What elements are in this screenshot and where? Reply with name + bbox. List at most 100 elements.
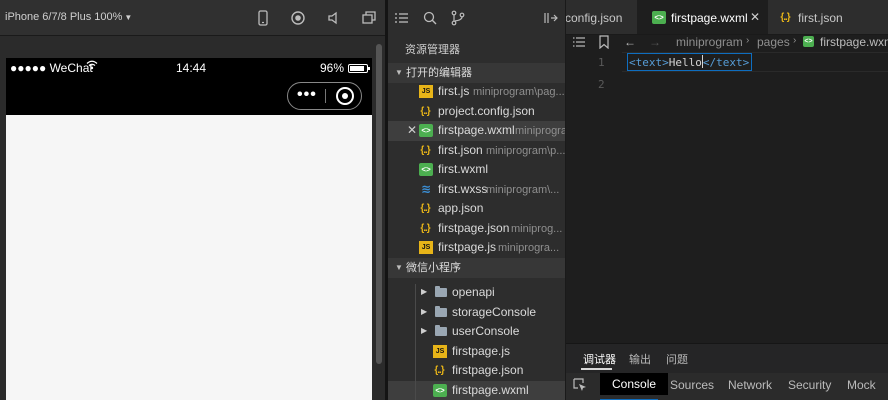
open-editor-item[interactable]: <> first.wxml (388, 160, 565, 180)
tab-problems[interactable]: 问题 (666, 351, 688, 367)
tab-label: firstpage.wxml (671, 11, 748, 25)
file-name: project.config.json (438, 103, 535, 118)
simulator-toolbar: iPhone 6/7/8 Plus 100% ▼ (0, 0, 385, 36)
caret-down-icon: ▼ (124, 13, 133, 22)
tab-firstpage-wxml[interactable]: <> firstpage.wxml ✕ (638, 0, 768, 34)
list-icon[interactable] (572, 35, 586, 49)
chevron-right-icon: › (746, 35, 750, 46)
speaker-icon[interactable] (325, 9, 343, 27)
file-path: miniprogram\p... (486, 144, 565, 157)
tab-mock[interactable]: Mock (847, 378, 876, 392)
project-label: 微信小程序 (406, 262, 461, 274)
phone-nav-bar: ••• (6, 78, 372, 115)
branch-icon[interactable] (450, 9, 466, 27)
battery-indicator: 96% (320, 61, 370, 75)
open-editor-item[interactable]: {..} firstpage.json miniprog... (388, 219, 565, 239)
open-editors-header[interactable]: ▼ 打开的编辑器 (388, 63, 565, 83)
wechat-devtools-window: iPhone 6/7/8 Plus 100% ▼ ●●●●● WeChat 14:… (0, 0, 888, 400)
split-editor-icon[interactable] (543, 9, 559, 27)
miniprogram-capsule: ••• (287, 82, 362, 110)
phone-screen[interactable]: ●●●●● WeChat 14:44 96% ••• (6, 58, 372, 400)
open-editors-label: 打开的编辑器 (406, 67, 472, 79)
folder-name: userConsole (452, 324, 520, 338)
tab-network[interactable]: Network (728, 378, 772, 392)
folder-icon (435, 286, 447, 297)
file-name: app.json (438, 201, 484, 215)
breadcrumb-item[interactable]: miniprogram (676, 35, 743, 49)
list-icon[interactable] (394, 9, 410, 27)
open-editor-item-active[interactable]: ✕ <> firstpage.wxml miniprogra... (388, 121, 565, 141)
simulator-scrollbar[interactable] (375, 36, 383, 400)
folder-name: storageConsole (452, 304, 537, 319)
code-open-tag: <text> (629, 56, 669, 69)
open-editor-item[interactable]: {..} project.config.json (388, 102, 565, 122)
chevron-right-icon: › (793, 35, 797, 46)
explorer-title: 资源管理器 (405, 44, 460, 56)
tab-sources[interactable]: Sources (670, 378, 714, 392)
multiwindow-icon[interactable] (360, 9, 378, 27)
file-name: firstpage.wxml (438, 123, 515, 137)
simulator-panel: iPhone 6/7/8 Plus 100% ▼ ●●●●● WeChat 14:… (0, 0, 385, 400)
tab-debugger[interactable]: 调试器 (583, 351, 616, 367)
close-tab-icon[interactable]: ✕ (750, 10, 760, 24)
json-file-icon: {..} (420, 105, 430, 117)
tab-console[interactable]: Console (600, 373, 669, 395)
json-file-icon: {..} (420, 203, 430, 214)
js-file-icon: JS (433, 344, 447, 358)
record-icon[interactable] (289, 9, 307, 27)
code-line[interactable]: <text>Hello</text> (627, 53, 753, 71)
file-name: firstpage.json (438, 220, 510, 235)
devtools-tabbar: Console Sources Network Security Mock (566, 373, 888, 400)
scrollbar-thumb[interactable] (376, 44, 382, 364)
open-editor-item[interactable]: ≋ first.wxss miniprogram\... (388, 180, 565, 200)
folder-icon (435, 325, 447, 336)
wxml-file-icon: <> (433, 383, 447, 397)
json-file-icon: {..} (780, 12, 790, 23)
file-path: miniprogram\... (486, 183, 560, 196)
capsule-divider (325, 89, 326, 103)
wxml-file-icon: <> (652, 11, 666, 24)
file-path: miniprog... (511, 222, 563, 235)
more-dots-icon[interactable]: ••• (297, 86, 323, 104)
breadcrumb-item-current[interactable]: firstpage.wxml (820, 35, 888, 49)
file-name: firstpage.js (438, 240, 497, 254)
tab-security[interactable]: Security (788, 378, 831, 392)
tab-label: first.json (798, 11, 843, 25)
code-content: Hello (668, 56, 702, 69)
json-file-icon: {..} (420, 144, 430, 156)
battery-icon (348, 64, 370, 73)
bookmark-icon[interactable] (598, 35, 610, 49)
file-path: miniprogra... (515, 125, 565, 137)
tab-first-json[interactable]: {..} first.json (768, 0, 888, 34)
exit-circle-icon[interactable] (336, 87, 354, 105)
file-name: first.json (438, 142, 483, 157)
close-icon[interactable]: ✕ (407, 123, 417, 137)
open-editor-item[interactable]: {..} first.json miniprogram\p... (388, 141, 565, 161)
project-header[interactable]: ▼ 微信小程序 (388, 258, 565, 278)
breadcrumb-item[interactable]: pages (757, 35, 790, 49)
forward-arrow-icon[interactable]: → (649, 35, 661, 49)
device-select-label: iPhone 6/7/8 Plus 100% (5, 11, 123, 23)
carrier-label: ●●●●● WeChat (10, 61, 93, 75)
back-arrow-icon[interactable]: ← (624, 35, 636, 49)
code-close-tag: </text> (702, 56, 750, 69)
wxss-file-icon: ≋ (420, 181, 432, 196)
tab-output[interactable]: 输出 (629, 351, 651, 367)
open-editor-item[interactable]: JS firstpage.js miniprogra... (388, 238, 565, 258)
active-tab-indicator (581, 368, 612, 370)
open-editor-item[interactable]: {..} app.json (388, 199, 565, 219)
file-name: first.wxss (438, 181, 488, 196)
search-icon[interactable] (422, 9, 438, 27)
chevron-right-icon: ▶ (421, 326, 428, 335)
inspect-element-icon[interactable] (573, 378, 587, 392)
open-editor-item[interactable]: JS first.js miniprogram\pag... (388, 82, 565, 102)
tab-config-json[interactable]: config.json (566, 0, 638, 34)
explorer-toolbar (388, 0, 565, 36)
wifi-icon (86, 60, 98, 73)
json-file-icon: {..} (420, 222, 430, 234)
editor-panel: config.json <> firstpage.wxml ✕ {..} fir… (566, 0, 888, 400)
js-file-icon: JS (419, 241, 433, 254)
editor-tabs: config.json <> firstpage.wxml ✕ {..} fir… (566, 0, 888, 35)
phone-icon[interactable] (254, 9, 272, 27)
device-select[interactable]: iPhone 6/7/8 Plus 100% ▼ (5, 11, 132, 23)
